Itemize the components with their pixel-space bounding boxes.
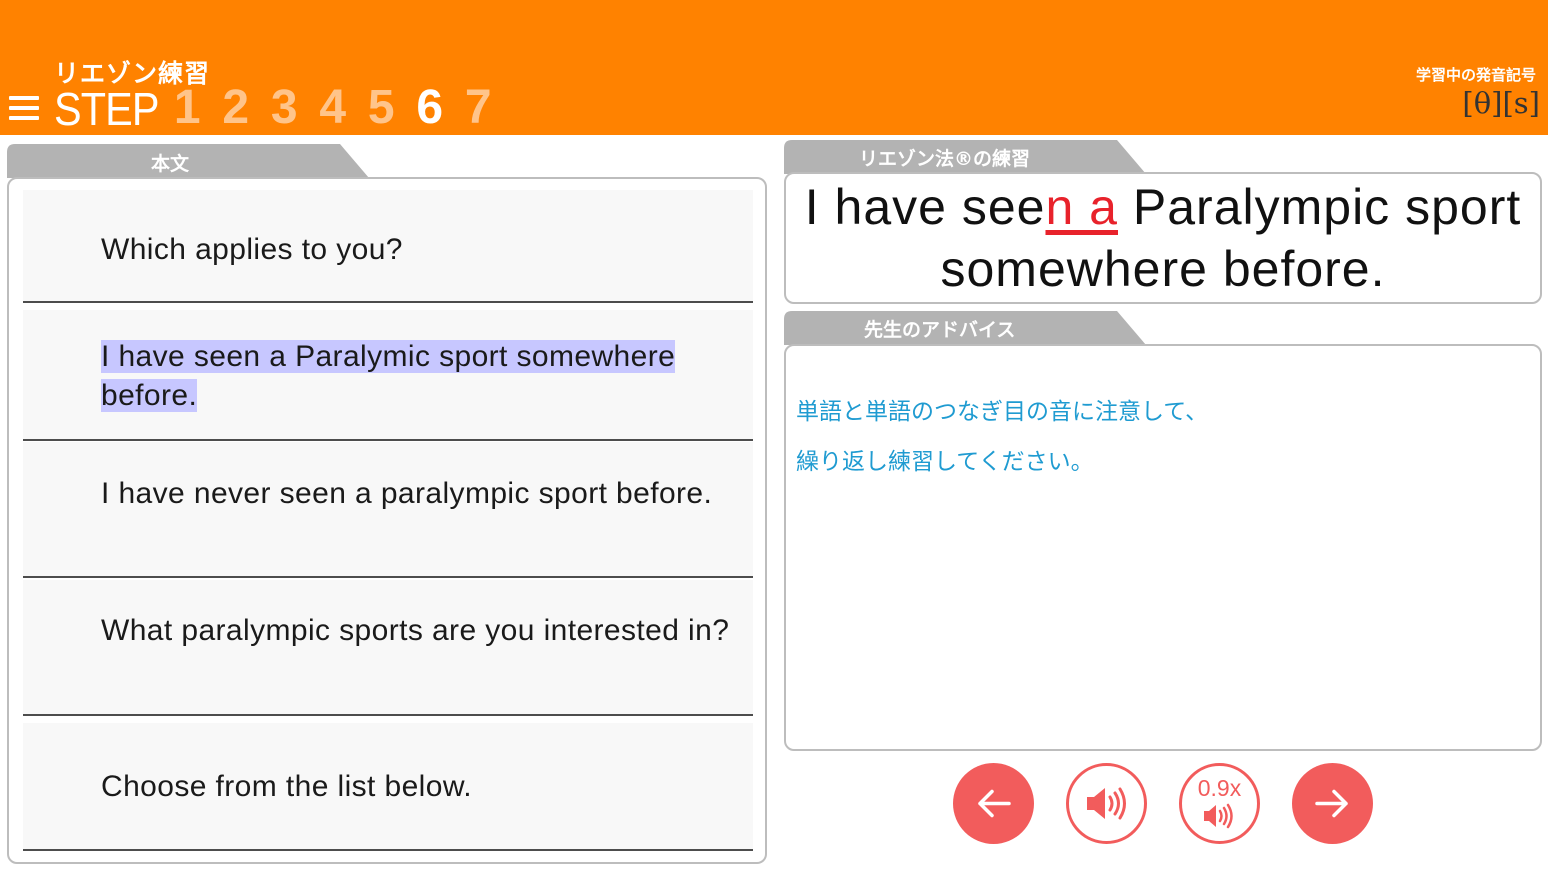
text-row-label: Choose from the list below. <box>101 770 472 803</box>
advice-tab-label: 先生のアドバイス <box>864 319 1016 341</box>
liaison-tab-label: リエゾン法®の練習 <box>859 148 1031 170</box>
step-6-link[interactable]: 6 <box>406 80 455 135</box>
step-1-link[interactable]: 1 <box>163 80 212 135</box>
play-audio-button[interactable] <box>1066 763 1147 844</box>
next-button[interactable] <box>1292 763 1373 844</box>
menu-icon[interactable] <box>9 96 39 120</box>
main-text-tab-label: 本文 <box>151 153 190 175</box>
liaison-sentence-box: I have seen a Paralympic sport somewhere… <box>784 172 1542 304</box>
liaison-sentence: I have seen a Paralympic sport somewhere… <box>786 176 1540 300</box>
arrow-left-icon <box>978 789 1011 818</box>
advice-line-2: 繰り返し練習してください。 <box>796 449 1094 475</box>
step-5-link[interactable]: 5 <box>357 80 406 135</box>
text-row[interactable]: What paralympic sports are you intereste… <box>23 580 753 716</box>
main-text-panel: Which applies to you? I have seen a Para… <box>7 177 767 864</box>
previous-button[interactable] <box>953 763 1034 844</box>
slow-speaker-icon <box>1204 803 1233 829</box>
step-3-link[interactable]: 3 <box>260 80 309 135</box>
text-row[interactable]: Choose from the list below. <box>23 723 753 851</box>
app-header: リエゾン練習 STEP 1 2 3 4 5 6 7 学習中の発音記号 [θ][s… <box>0 0 1548 135</box>
phonetic-label: 学習中の発音記号 <box>1415 66 1536 84</box>
highlighted-text: I have seen a Paralymic sport somewhere … <box>101 340 676 412</box>
liaison-tab: リエゾン法®の練習 <box>784 140 1146 174</box>
text-row-label: What paralympic sports are you intereste… <box>101 614 730 647</box>
step-7-link[interactable]: 7 <box>454 80 503 135</box>
sentence-before: I have see <box>804 179 1046 235</box>
speaker-icon <box>1087 787 1126 820</box>
advice-box: 単語と単語のつなぎ目の音に注意して、 繰り返し練習してください。 <box>784 344 1542 751</box>
play-slow-audio-button[interactable]: 0.9x <box>1179 763 1260 844</box>
step-label: STEP <box>54 83 159 135</box>
step-4-link[interactable]: 4 <box>309 80 358 135</box>
text-row-selected[interactable]: I have seen a Paralymic sport somewhere … <box>23 310 753 441</box>
text-row-label: I have never seen a paralympic sport bef… <box>101 477 713 510</box>
step-2-link[interactable]: 2 <box>212 80 261 135</box>
text-row[interactable]: I have never seen a paralympic sport bef… <box>23 442 753 578</box>
text-row-label: Which applies to you? <box>101 233 403 266</box>
text-row[interactable]: Which applies to you? <box>23 190 753 303</box>
advice-line-1: 単語と単語のつなぎ目の音に注意して、 <box>796 399 1209 425</box>
advice-tab: 先生のアドバイス <box>784 311 1146 345</box>
liaison-highlight: n a <box>1045 179 1118 235</box>
text-row-label: I have seen a Paralymic sport somewhere … <box>101 338 747 415</box>
main-text-tab: 本文 <box>7 144 369 178</box>
arrow-right-icon <box>1315 789 1348 818</box>
step-nav: 1 2 3 4 5 6 7 <box>163 80 503 135</box>
phonetic-symbols: [θ][s] <box>1462 86 1540 120</box>
